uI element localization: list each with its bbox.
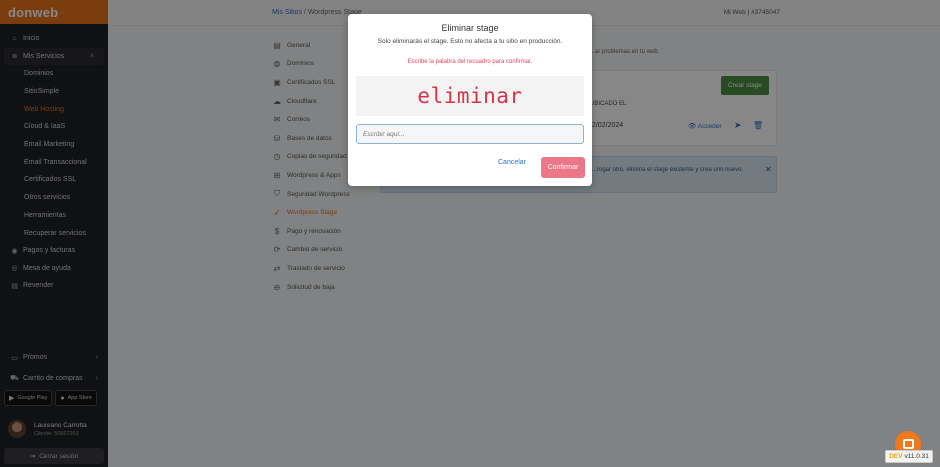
confirmation-word: eliminar (417, 84, 523, 108)
modal-subtitle: Solo eliminarás el stage. Esto no afecta… (377, 38, 563, 45)
confirmation-word-box: eliminar (356, 76, 584, 116)
version-badge: DEV v11.0.31 (885, 450, 933, 463)
version-number: v11.0.31 (904, 453, 929, 460)
confirm-button[interactable]: Confirmar (541, 157, 585, 178)
cancel-button[interactable]: Cancelar (498, 159, 526, 166)
version-tag: DEV (889, 453, 903, 460)
modal-warning: Escribe la palabra del recuadro para con… (407, 59, 533, 65)
confirmation-input[interactable] (356, 124, 584, 144)
modal-title: Eliminar stage (441, 23, 499, 33)
chat-icon (902, 439, 914, 449)
delete-stage-modal: Eliminar stage Solo eliminarás el stage.… (348, 14, 592, 186)
